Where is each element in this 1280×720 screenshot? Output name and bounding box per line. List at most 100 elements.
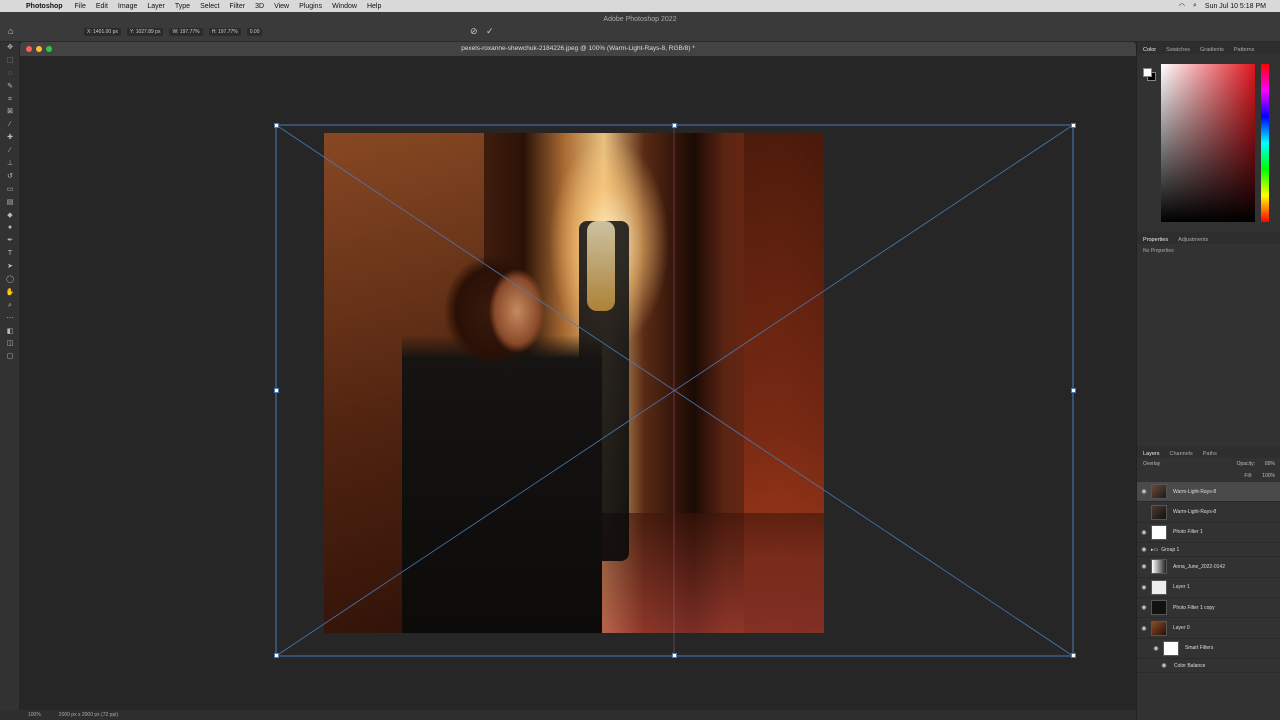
visibility-eye-icon[interactable]: ◉ <box>1137 546 1151 553</box>
menu-plugins[interactable]: Plugins <box>299 3 322 10</box>
color-swatches-icon[interactable]: ◧ <box>0 326 20 339</box>
visibility-eye-icon[interactable]: ◉ <box>1157 662 1171 669</box>
dodge-tool-icon[interactable]: ● <box>0 222 20 235</box>
tab-patterns[interactable]: Patterns <box>1234 47 1254 54</box>
move-tool-icon[interactable]: ✥ <box>0 42 20 55</box>
brush-tool-icon[interactable]: ∕ <box>0 145 20 158</box>
menu-select[interactable]: Select <box>200 3 219 10</box>
pen-tool-icon[interactable]: ✒ <box>0 235 20 248</box>
color-picker-field[interactable] <box>1161 64 1255 222</box>
healing-tool-icon[interactable]: ✚ <box>0 132 20 145</box>
layer-row[interactable]: ◉ Photo Filter 1 copy <box>1137 598 1280 619</box>
layer-row[interactable]: ◉ ▸▭ Group 1 <box>1137 543 1280 558</box>
gradient-tool-icon[interactable]: ▤ <box>0 197 20 210</box>
x-field[interactable]: X: 1401.00 px <box>84 28 121 36</box>
zoom-level[interactable]: 100% <box>28 712 41 718</box>
opacity-field[interactable]: 89% <box>1265 461 1275 467</box>
visibility-eye-icon[interactable]: ◉ <box>1137 584 1151 591</box>
path-select-tool-icon[interactable]: ➤ <box>0 261 20 274</box>
layer-row[interactable]: ◉ Layer 0 <box>1137 618 1280 639</box>
transform-handle-ml[interactable] <box>274 388 279 393</box>
menu-window[interactable]: Window <box>332 3 357 10</box>
marquee-tool-icon[interactable]: ⬚ <box>0 55 20 68</box>
layer-thumbnail <box>1163 640 1179 656</box>
eraser-tool-icon[interactable]: ▭ <box>0 184 20 197</box>
layer-row[interactable]: ◉ Color Balance <box>1137 659 1280 674</box>
tab-gradients[interactable]: Gradients <box>1200 47 1224 54</box>
height-field[interactable]: H: 197.77% <box>208 28 241 36</box>
screen-mode-icon[interactable]: ▢ <box>0 351 20 364</box>
quick-select-tool-icon[interactable]: ✎ <box>0 81 20 94</box>
history-brush-tool-icon[interactable]: ↺ <box>0 171 20 184</box>
cancel-icon[interactable]: ⊘ <box>470 26 478 37</box>
menu-app-name[interactable]: Photoshop <box>26 3 63 10</box>
menu-3d[interactable]: 3D <box>255 3 264 10</box>
visibility-eye-icon[interactable]: ◉ <box>1137 563 1151 570</box>
hue-slider[interactable] <box>1261 64 1269 222</box>
transform-handle-bc[interactable] <box>672 653 677 658</box>
menu-type[interactable]: Type <box>175 3 190 10</box>
frame-tool-icon[interactable]: ⊠ <box>0 106 20 119</box>
document-info[interactable]: 2000 px x 2000 px (72 ppi) <box>59 712 118 718</box>
search-icon[interactable]: ⌕ <box>1193 2 1197 10</box>
type-tool-icon[interactable]: T <box>0 248 20 261</box>
menu-image[interactable]: Image <box>118 3 137 10</box>
color-panel: Color Swatches Gradients Patterns <box>1137 42 1280 227</box>
transform-handle-bl[interactable] <box>274 653 279 658</box>
visibility-eye-icon[interactable]: ◉ <box>1137 488 1151 495</box>
document-window: pexels-roxanne-shewchuk-2184226.jpeg @ 1… <box>20 42 1136 710</box>
transform-handle-tr[interactable] <box>1071 123 1076 128</box>
width-field[interactable]: W: 197.77% <box>169 28 203 36</box>
zoom-tool-icon[interactable]: ⌕ <box>0 300 20 313</box>
layer-name: Color Balance <box>1174 662 1206 669</box>
visibility-eye-icon[interactable]: ◉ <box>1149 645 1163 652</box>
menu-file[interactable]: File <box>75 3 86 10</box>
visibility-eye-icon[interactable]: ◉ <box>1137 604 1151 611</box>
lasso-tool-icon[interactable]: ◌ <box>0 68 20 81</box>
fill-field[interactable]: 100% <box>1262 473 1275 479</box>
more-tools-icon[interactable]: ⋯ <box>0 313 20 326</box>
menu-filter[interactable]: Filter <box>230 3 246 10</box>
document-tab-title[interactable]: pexels-roxanne-shewchuk-2184226.jpeg @ 1… <box>20 45 1136 52</box>
commit-check-icon[interactable]: ✓ <box>486 26 494 37</box>
menu-help[interactable]: Help <box>367 3 381 10</box>
transform-handle-tl[interactable] <box>274 123 279 128</box>
visibility-eye-icon[interactable]: ◉ <box>1137 529 1151 536</box>
foreground-color-swatch[interactable] <box>1143 68 1152 77</box>
quick-mask-icon[interactable]: ◫ <box>0 338 20 351</box>
layer-row[interactable]: Warm-Light-Rays-8 <box>1137 502 1280 523</box>
tab-layers[interactable]: Layers <box>1143 451 1160 458</box>
transform-handle-mr[interactable] <box>1071 388 1076 393</box>
blend-mode-select[interactable]: Overlay <box>1143 461 1160 467</box>
free-transform-box[interactable] <box>20 56 1136 710</box>
crop-tool-icon[interactable]: ⌗ <box>0 94 20 107</box>
menu-view[interactable]: View <box>274 3 289 10</box>
blur-tool-icon[interactable]: ◆ <box>0 210 20 223</box>
transform-handle-br[interactable] <box>1071 653 1076 658</box>
menu-edit[interactable]: Edit <box>96 3 108 10</box>
tab-adjustments[interactable]: Adjustments <box>1178 237 1208 244</box>
eyedropper-tool-icon[interactable]: ⁄ <box>0 119 20 132</box>
angle-field[interactable]: 0.00 <box>246 28 263 36</box>
home-icon[interactable]: ⌂ <box>8 26 13 36</box>
tab-channels[interactable]: Channels <box>1170 451 1193 458</box>
tab-paths[interactable]: Paths <box>1203 451 1217 458</box>
tab-properties[interactable]: Properties <box>1143 237 1168 244</box>
stamp-tool-icon[interactable]: ⊥ <box>0 158 20 171</box>
layer-row[interactable]: ◉ Smart Filters <box>1137 639 1280 660</box>
layer-row[interactable]: ◉ Layer 1 <box>1137 578 1280 598</box>
layer-row[interactable]: ◉ Photo Filter 1 <box>1137 523 1280 544</box>
layer-row[interactable]: ◉ Anna_June_2022-0142 <box>1137 557 1280 578</box>
wifi-icon[interactable]: ◠ <box>1179 2 1185 10</box>
visibility-eye-icon[interactable]: ◉ <box>1137 625 1151 632</box>
shape-tool-icon[interactable]: ◯ <box>0 274 20 287</box>
menubar-clock[interactable]: Sun Jul 10 5:18 PM <box>1205 3 1266 10</box>
layer-row[interactable]: ◉ Warm-Light-Rays-8 <box>1137 482 1280 503</box>
tab-color[interactable]: Color <box>1143 47 1156 54</box>
y-field[interactable]: Y: 1027.89 px <box>126 28 164 36</box>
canvas-area[interactable] <box>20 56 1136 710</box>
transform-handle-tc[interactable] <box>672 123 677 128</box>
tab-swatches[interactable]: Swatches <box>1166 47 1190 54</box>
hand-tool-icon[interactable]: ✋ <box>0 287 20 300</box>
menu-layer[interactable]: Layer <box>147 3 165 10</box>
